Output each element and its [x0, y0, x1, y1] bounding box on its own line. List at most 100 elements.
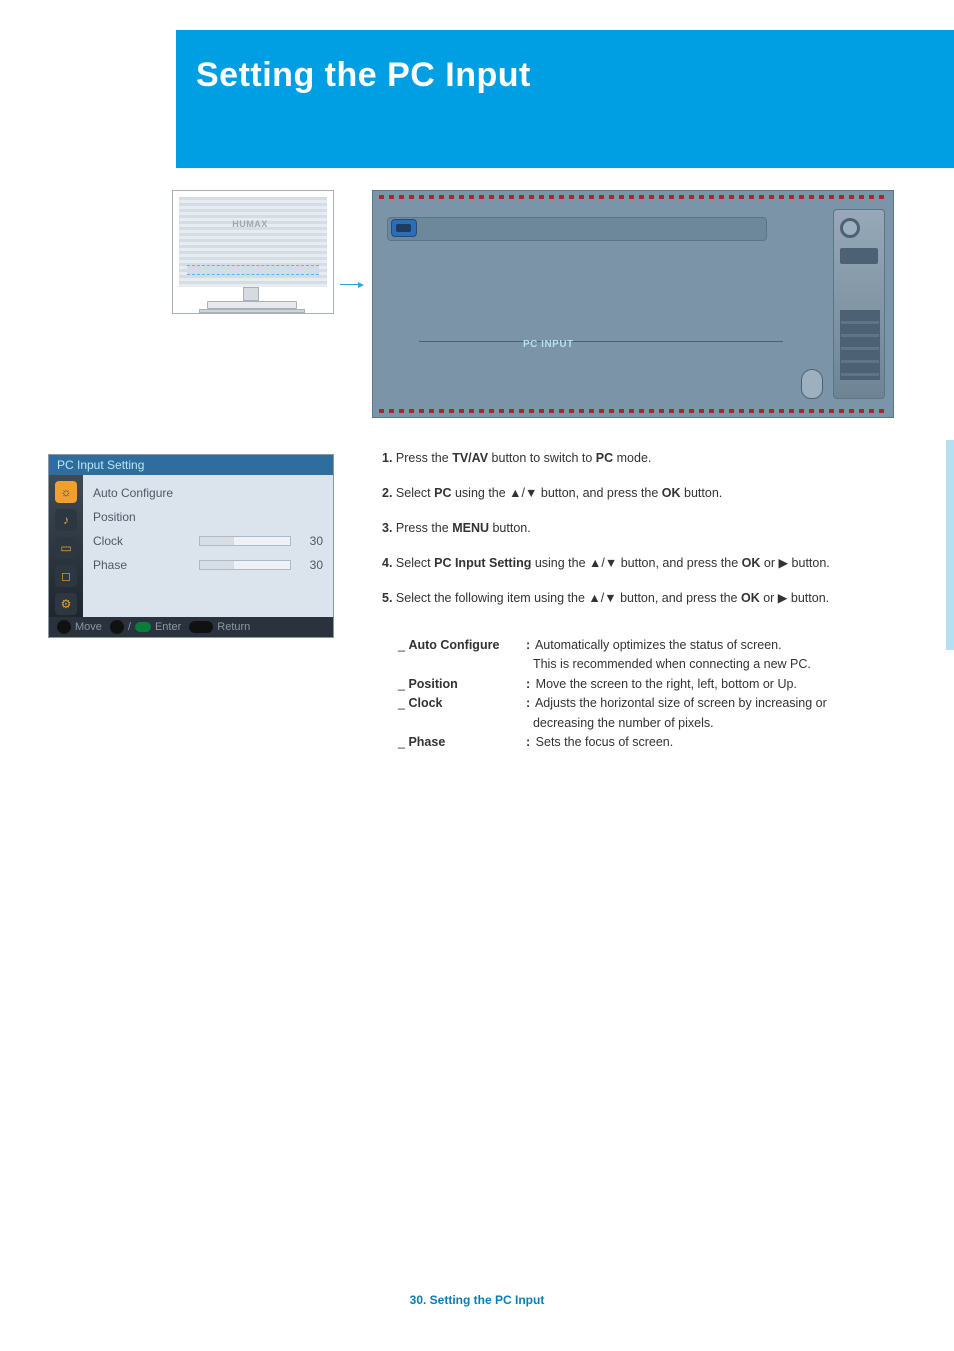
step-4: 4. Select PC Input Setting using the ▲/▼…: [382, 555, 902, 572]
osd-title: PC Input Setting: [49, 455, 333, 475]
step-bold: PC Input Setting: [434, 556, 531, 570]
step-text: button.: [489, 521, 531, 535]
step-text: Press the: [392, 451, 452, 465]
def-desc: : Move the screen to the right, left, bo…: [526, 675, 902, 694]
page-footer: 30. Setting the PC Input: [0, 1293, 954, 1307]
osd-value-clock: 30: [301, 534, 323, 548]
connection-diagram: PC INPUT: [372, 190, 894, 418]
osd-slider-clock: [199, 536, 291, 546]
osd-item-clock: Clock 30: [93, 529, 323, 553]
step-bold: MENU: [452, 521, 489, 535]
step-text: button to switch to: [488, 451, 596, 465]
def-text: Automatically optimizes the status of sc…: [535, 638, 782, 652]
io-panel: [387, 217, 767, 241]
osd-footer-bar: Move /Enter Return: [49, 617, 333, 637]
osd-item-position: Position: [93, 505, 323, 529]
def-text: This is recommended when connecting a ne…: [533, 657, 811, 671]
def-text: Sets the focus of screen.: [536, 735, 674, 749]
def-desc: decreasing the number of pixels.: [526, 714, 902, 733]
step-bold: PC: [596, 451, 613, 465]
step-num: 3.: [382, 521, 392, 535]
osd-item-label: Clock: [93, 534, 189, 548]
def-term-empty: [398, 655, 526, 674]
def-prefix: _: [398, 735, 408, 749]
def-term: _ Clock: [398, 694, 526, 713]
vga-port-icon: [391, 219, 417, 237]
step-text: using the ▲/▼ button, and press the: [531, 556, 741, 570]
osd-menu: PC Input Setting ☼ ♪ ▭ ◻ ⚙ Auto Configur…: [48, 454, 334, 638]
pc-tower-slots-icon: [840, 310, 880, 380]
step-text: or ▶ button.: [760, 591, 829, 605]
back-icon: [189, 621, 213, 633]
osd-return-hint: Return: [189, 621, 250, 633]
definition-list: _ Auto Configure : Automatically optimiz…: [398, 636, 902, 752]
osd-return-text: Return: [217, 621, 250, 633]
osd-tab-setup-icon: ⚙: [55, 593, 77, 615]
step-1: 1. Press the TV/AV button to switch to P…: [382, 450, 902, 467]
osd-item-auto-configure: Auto Configure: [93, 481, 323, 505]
step-num: 1.: [382, 451, 392, 465]
step-5: 5. Select the following item using the ▲…: [382, 590, 902, 607]
ok-icon: [135, 622, 151, 632]
def-label: Clock: [408, 696, 442, 710]
osd-enter-hint: /Enter: [110, 620, 181, 634]
def-colon: :: [526, 638, 530, 652]
monitor-screen: HUMAX: [179, 197, 327, 287]
step-text: or ▶ button.: [760, 556, 829, 570]
step-bold: OK: [662, 486, 681, 500]
osd-item-label: Position: [93, 510, 189, 524]
arrow-right-icon: [340, 284, 358, 285]
def-colon: :: [526, 735, 530, 749]
osd-slider-fill: [200, 537, 234, 545]
def-clock-2: decreasing the number of pixels.: [398, 714, 902, 733]
osd-tab-picture-icon: ☼: [55, 481, 77, 503]
instruction-steps: 1. Press the TV/AV button to switch to P…: [382, 450, 902, 624]
osd-sidebar: ☼ ♪ ▭ ◻ ⚙: [49, 475, 83, 617]
step-bold: OK: [741, 591, 760, 605]
osd-slider-phase: [199, 560, 291, 570]
diagram-bottom-border: [379, 409, 887, 413]
osd-value-phase: 30: [301, 558, 323, 572]
def-prefix: _: [398, 696, 408, 710]
monitor-logo: HUMAX: [232, 219, 268, 229]
mouse-icon: [801, 369, 823, 399]
def-text: Adjusts the horizontal size of screen by…: [535, 696, 827, 710]
def-label: Position: [408, 677, 457, 691]
def-desc: : Sets the focus of screen.: [526, 733, 902, 752]
cable-line-icon: [419, 341, 783, 342]
step-bold: TV/AV: [452, 451, 488, 465]
step-num: 2.: [382, 486, 392, 500]
def-text: Move the screen to the right, left, bott…: [536, 677, 797, 691]
def-desc: : Automatically optimizes the status of …: [526, 636, 902, 655]
step-text: Select: [392, 486, 434, 500]
osd-move-text: Move: [75, 621, 102, 633]
def-colon: :: [526, 677, 530, 691]
step-text: mode.: [613, 451, 651, 465]
monitor-stand-neck: [243, 287, 259, 301]
def-desc: : Adjusts the horizontal size of screen …: [526, 694, 902, 713]
def-prefix: _: [398, 638, 408, 652]
def-auto-configure: _ Auto Configure : Automatically optimiz…: [398, 636, 902, 655]
step-text: button.: [681, 486, 723, 500]
osd-move-hint: Move: [57, 620, 102, 634]
def-term: _ Position: [398, 675, 526, 694]
def-phase: _ Phase : Sets the focus of screen.: [398, 733, 902, 752]
pc-tower-illustration: [833, 209, 885, 399]
page-title: Setting the PC Input: [196, 56, 531, 95]
header-banner: [176, 30, 954, 168]
right-icon: [110, 620, 124, 634]
step-text: Select: [392, 556, 434, 570]
nav-arrows-icon: [57, 620, 71, 634]
osd-slider-fill: [200, 561, 234, 569]
def-term: _ Auto Configure: [398, 636, 526, 655]
step-text: using the ▲/▼ button, and press the: [452, 486, 662, 500]
step-2: 2. Select PC using the ▲/▼ button, and p…: [382, 485, 902, 502]
step-text: Press the: [392, 521, 452, 535]
pc-tower-fan-icon: [840, 218, 860, 238]
step-num: 5.: [382, 591, 392, 605]
def-colon: :: [526, 696, 530, 710]
osd-tab-pip-icon: ◻: [55, 565, 77, 587]
def-clock: _ Clock : Adjusts the horizontal size of…: [398, 694, 902, 713]
monitor-illustration: HUMAX: [172, 190, 334, 314]
osd-tab-sound-icon: ♪: [55, 509, 77, 531]
